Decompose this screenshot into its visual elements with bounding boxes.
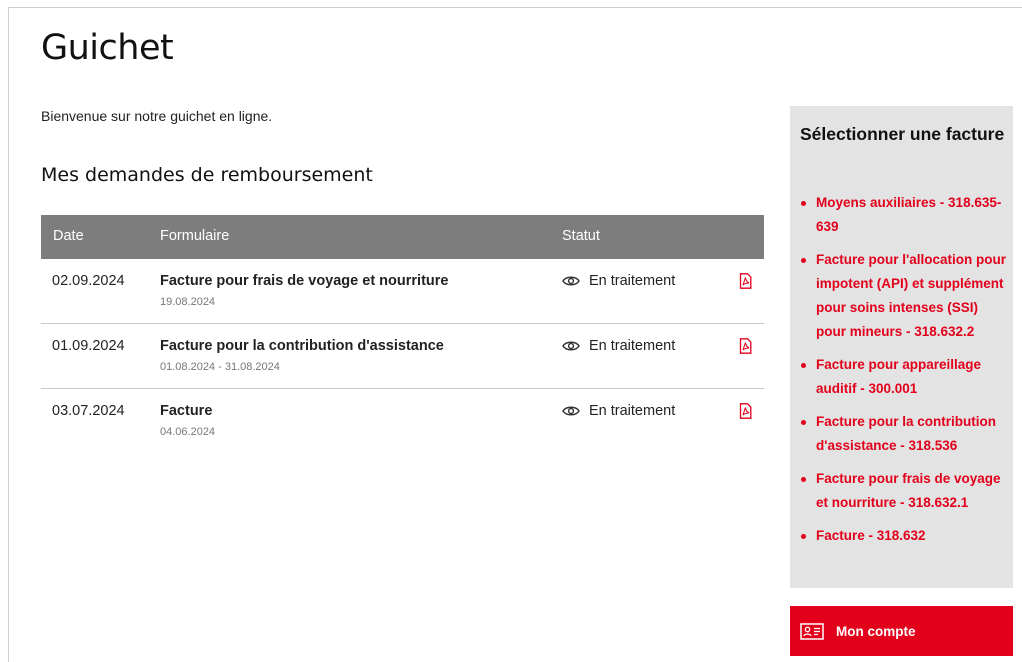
frame-left-border <box>8 7 9 662</box>
table-row[interactable]: 01.09.2024 Facture pour la contribution … <box>41 324 764 389</box>
row-status-label: En traitement <box>589 273 676 289</box>
invoice-link-appareillage-auditif[interactable]: Facture pour appareillage auditif - 300.… <box>800 353 1010 401</box>
row-title[interactable]: Facture pour la contribution d'assistanc… <box>160 338 444 354</box>
row-date: 03.07.2024 <box>52 403 125 419</box>
invoice-selector: Sélectionner une facture Moyens auxiliai… <box>790 106 1013 588</box>
header-status: Statut <box>562 228 600 244</box>
row-date: 01.09.2024 <box>52 338 125 354</box>
invoice-link-api-ssi[interactable]: Facture pour l'allocation pour impotent … <box>800 248 1010 344</box>
row-status-label: En traitement <box>589 403 676 419</box>
row-period: 04.06.2024 <box>160 426 216 438</box>
row-status-label: En traitement <box>589 338 676 354</box>
eye-icon <box>562 406 580 416</box>
table-header: Date Formulaire Statut <box>41 215 764 259</box>
row-period: 01.08.2024 - 31.08.2024 <box>160 361 280 373</box>
invoice-list: Moyens auxiliaires - 318.635-639 Facture… <box>800 191 1010 557</box>
row-title[interactable]: Facture <box>160 403 212 419</box>
id-card-icon <box>800 622 824 640</box>
invoice-link-contribution-assistance[interactable]: Facture pour la contribution d'assistanc… <box>800 410 1010 458</box>
header-form: Formulaire <box>160 228 230 244</box>
pdf-icon[interactable] <box>739 273 752 289</box>
row-status: En traitement <box>562 338 675 354</box>
welcome-text: Bienvenue sur notre guichet en ligne. <box>41 108 273 124</box>
sidebar-title: Sélectionner une facture <box>800 124 1005 144</box>
header-date: Date <box>53 228 84 244</box>
row-status: En traitement <box>562 403 675 419</box>
table-row[interactable]: 03.07.2024 Facture 04.06.2024 En traitem… <box>41 389 764 453</box>
section-title: Mes demandes de remboursement <box>41 164 373 186</box>
table-row[interactable]: 02.09.2024 Facture pour frais de voyage … <box>41 259 764 324</box>
my-account-button[interactable]: Mon compte <box>790 606 1013 656</box>
row-date: 02.09.2024 <box>52 273 125 289</box>
page-title: Guichet <box>41 28 174 68</box>
eye-icon <box>562 276 580 286</box>
row-status: En traitement <box>562 273 675 289</box>
pdf-icon[interactable] <box>739 338 752 354</box>
eye-icon <box>562 341 580 351</box>
invoice-link-moyens-auxiliaires[interactable]: Moyens auxiliaires - 318.635-639 <box>800 191 1010 239</box>
row-period: 19.08.2024 <box>160 296 216 308</box>
invoice-link-frais-voyage[interactable]: Facture pour frais de voyage et nourritu… <box>800 467 1010 515</box>
claims-table: Date Formulaire Statut 02.09.2024 Factur… <box>41 215 764 453</box>
frame-top-border <box>8 7 1022 8</box>
row-title[interactable]: Facture pour frais de voyage et nourritu… <box>160 273 448 289</box>
my-account-label: Mon compte <box>836 623 916 639</box>
pdf-icon[interactable] <box>739 403 752 419</box>
invoice-link-facture[interactable]: Facture - 318.632 <box>800 524 1010 548</box>
